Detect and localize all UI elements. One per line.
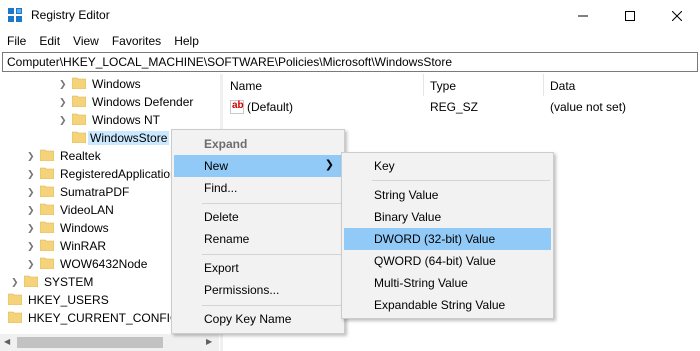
- scroll-left-icon[interactable]: ◀: [4, 337, 10, 346]
- chevron-right-icon[interactable]: ❯: [27, 259, 35, 270]
- menu-help[interactable]: Help: [167, 31, 205, 51]
- menu-separator: [372, 180, 550, 181]
- folder-icon: [40, 185, 54, 197]
- close-button[interactable]: [654, 0, 700, 31]
- address-path: Computer\HKEY_LOCAL_MACHINE\SOFTWARE\Pol…: [7, 55, 453, 69]
- registry-editor-window: Registry Editor File Edit View Favorites…: [0, 0, 700, 351]
- tree-item-label: SYSTEM: [44, 275, 94, 289]
- folder-icon: [40, 149, 54, 161]
- menu-separator: [202, 254, 342, 255]
- folder-icon: [40, 239, 54, 251]
- window-title: Registry Editor: [31, 8, 110, 22]
- folder-icon: [72, 131, 86, 143]
- chevron-right-icon[interactable]: ❯: [27, 169, 35, 180]
- tree-item-label: Realtek: [60, 149, 101, 163]
- chevron-right-icon[interactable]: ❯: [27, 205, 35, 216]
- tree-item-label: WOW6432Node: [60, 257, 148, 271]
- menu-favorites[interactable]: Favorites: [105, 31, 167, 51]
- folder-icon: [8, 311, 22, 323]
- chevron-right-icon[interactable]: ❯: [2, 313, 4, 324]
- tree-horizontal-scrollbar[interactable]: ◀ ▶: [0, 334, 219, 351]
- folder-icon: [8, 293, 22, 305]
- tree-item-label: HKEY_USERS: [28, 293, 109, 307]
- submenu-item-key[interactable]: Key: [344, 155, 551, 177]
- chevron-right-icon[interactable]: ❯: [59, 79, 67, 90]
- column-header-type[interactable]: Type: [424, 74, 544, 96]
- folder-icon: [40, 167, 54, 179]
- scrollbar-thumb[interactable]: [17, 337, 163, 348]
- title-bar[interactable]: Registry Editor: [0, 0, 700, 31]
- ab-string-icon: ab: [230, 100, 244, 114]
- menu-item-copy-key-name[interactable]: Copy Key Name: [174, 308, 342, 330]
- menu-separator: [202, 203, 342, 204]
- context-menu: Expand New ❯ Find... Delete Rename Expor…: [171, 129, 345, 334]
- close-icon: [672, 10, 682, 21]
- chevron-right-icon[interactable]: ❯: [59, 115, 67, 126]
- submenu-item-multi-string-value[interactable]: Multi-String Value: [344, 272, 551, 294]
- menu-bar: File Edit View Favorites Help: [0, 31, 700, 51]
- value-type: REG_SZ: [430, 100, 479, 114]
- tree-item-label: HKEY_CURRENT_CONFIG: [28, 311, 180, 325]
- folder-icon: [72, 95, 86, 107]
- folder-icon: [40, 221, 54, 233]
- menu-separator: [202, 305, 342, 306]
- chevron-right-icon[interactable]: ❯: [27, 187, 35, 198]
- menu-view[interactable]: View: [66, 31, 105, 51]
- submenu-item-qword-value[interactable]: QWORD (64-bit) Value: [344, 250, 551, 272]
- chevron-right-icon[interactable]: ❯: [2, 295, 4, 306]
- minimize-button[interactable]: [560, 0, 606, 31]
- tree-item-label: Windows NT: [92, 113, 161, 127]
- value-data: (value not set): [550, 100, 627, 114]
- column-header-data[interactable]: Data: [544, 74, 694, 96]
- menu-edit[interactable]: Edit: [32, 31, 66, 51]
- tree-item-label: VideoLAN: [60, 203, 114, 217]
- new-submenu: Key String Value Binary Value DWORD (32-…: [341, 152, 554, 319]
- menu-item-new[interactable]: New ❯: [174, 155, 342, 177]
- maximize-button[interactable]: [607, 0, 653, 31]
- submenu-arrow-icon: ❯: [324, 159, 334, 171]
- chevron-right-icon[interactable]: ❯: [59, 97, 67, 108]
- tree-item-label: SumatraPDF: [60, 185, 130, 199]
- tree-item-label: Windows Defender: [92, 95, 194, 109]
- minimize-icon: [578, 15, 588, 16]
- menu-item-export[interactable]: Export: [174, 257, 342, 279]
- menu-item-find[interactable]: Find...: [174, 177, 342, 199]
- menu-item-permissions[interactable]: Permissions...: [174, 279, 342, 301]
- folder-icon: [72, 77, 86, 89]
- chevron-right-icon[interactable]: ❯: [27, 241, 35, 252]
- value-name: (Default): [247, 100, 294, 114]
- chevron-right-icon[interactable]: ❯: [27, 151, 35, 162]
- menu-item-rename[interactable]: Rename: [174, 228, 342, 250]
- menu-item-new-label: New: [204, 159, 229, 173]
- submenu-item-dword-value[interactable]: DWORD (32-bit) Value: [344, 228, 551, 250]
- list-row[interactable]: ab (Default) REG_SZ (value not set): [224, 98, 700, 116]
- address-bar[interactable]: Computer\HKEY_LOCAL_MACHINE\SOFTWARE\Pol…: [2, 52, 698, 72]
- tree-item-label: WindowsStore: [88, 131, 170, 145]
- column-header-name[interactable]: Name: [224, 74, 422, 96]
- tree-item-label: WinRAR: [60, 239, 107, 253]
- tree-item-label: RegisteredApplications: [60, 167, 183, 181]
- folder-icon: [72, 113, 86, 125]
- submenu-item-string-value[interactable]: String Value: [344, 184, 551, 206]
- menu-item-delete[interactable]: Delete: [174, 206, 342, 228]
- registry-app-icon: [8, 8, 22, 22]
- folder-icon: [24, 275, 38, 287]
- folder-icon: [40, 203, 54, 215]
- submenu-item-binary-value[interactable]: Binary Value: [344, 206, 551, 228]
- tree-item-label: Windows: [60, 221, 109, 235]
- scroll-right-icon[interactable]: ▶: [206, 337, 212, 346]
- tree-item-label: Windows: [92, 77, 141, 91]
- chevron-right-icon[interactable]: ❯: [11, 277, 19, 288]
- maximize-icon: [625, 10, 635, 21]
- chevron-right-icon[interactable]: ❯: [27, 223, 35, 234]
- submenu-item-expandable-string-value[interactable]: Expandable String Value: [344, 294, 551, 316]
- menu-file[interactable]: File: [0, 31, 32, 51]
- menu-item-expand[interactable]: Expand: [174, 133, 342, 155]
- folder-icon: [40, 257, 54, 269]
